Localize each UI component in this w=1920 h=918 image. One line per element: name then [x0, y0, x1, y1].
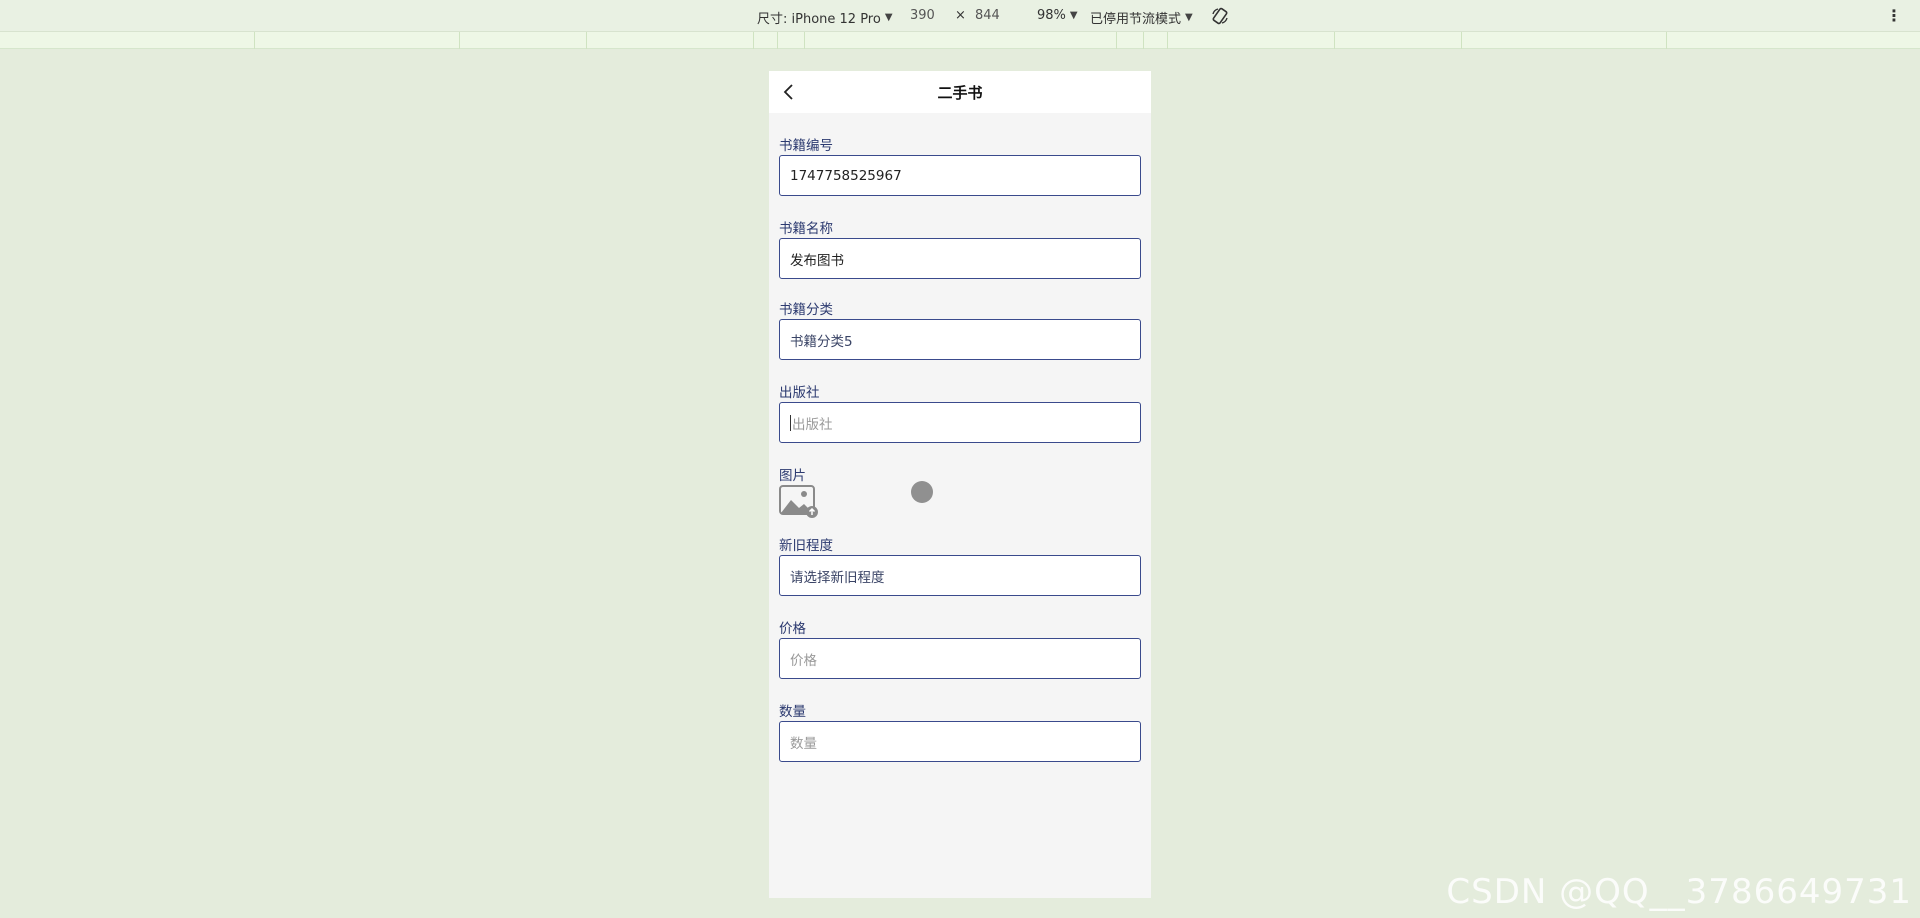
- phone-viewport: 二手书 书籍编号 1747758525967 书籍名称 发布图书 书籍分类 书籍…: [769, 71, 1151, 898]
- watermark: CSDN @QQ__3786649731: [1446, 872, 1912, 912]
- image-upload-icon[interactable]: [779, 485, 819, 519]
- ruler-segment[interactable]: [777, 32, 778, 49]
- times-sign: ×: [955, 8, 966, 23]
- publisher-placeholder: 出版社: [792, 416, 833, 433]
- zoom-value: 98%: [1037, 8, 1066, 23]
- publisher-label: 出版社: [779, 385, 820, 401]
- ruler-segment[interactable]: [804, 32, 805, 49]
- text-cursor: [790, 414, 791, 431]
- ruler-segment[interactable]: [1666, 32, 1667, 49]
- ruler-segment[interactable]: [753, 32, 754, 49]
- media-query-bar: [0, 32, 1920, 49]
- more-options-icon[interactable]: ⋮: [1886, 6, 1902, 25]
- quantity-input[interactable]: 数量: [779, 721, 1141, 762]
- height-input[interactable]: 844: [975, 8, 1000, 23]
- quantity-label: 数量: [779, 704, 806, 720]
- zoom-selector[interactable]: 98% ▼: [1037, 8, 1078, 23]
- ruler-segment[interactable]: [586, 32, 587, 49]
- book-id-input[interactable]: 1747758525967: [779, 155, 1141, 196]
- width-input[interactable]: 390: [910, 8, 935, 23]
- price-field: 价格 价格: [779, 596, 1141, 679]
- ruler-segment[interactable]: [254, 32, 255, 49]
- book-form: 书籍编号 1747758525967 书籍名称 发布图书 书籍分类 书籍分类5 …: [769, 113, 1151, 762]
- caret-down-icon: ▼: [884, 12, 893, 23]
- price-label: 价格: [779, 621, 806, 637]
- price-input[interactable]: 价格: [779, 638, 1141, 679]
- throttle-selector[interactable]: 已停用节流模式 ▼: [1090, 8, 1193, 27]
- chevron-left-icon[interactable]: [779, 82, 799, 102]
- condition-select[interactable]: 请选择新旧程度: [779, 555, 1141, 596]
- page-title: 二手书: [937, 83, 983, 102]
- caret-down-icon: ▼: [1069, 10, 1078, 21]
- device-selector[interactable]: 尺寸: iPhone 12 Pro ▼: [757, 8, 893, 27]
- category-select[interactable]: 书籍分类5: [779, 319, 1141, 360]
- throttle-value: 已停用节流模式: [1090, 12, 1182, 27]
- ruler-segment[interactable]: [1116, 32, 1117, 49]
- device-toolbar: 尺寸: iPhone 12 Pro ▼ 390 × 844 98% ▼ 已停用节…: [0, 0, 1920, 32]
- category-label: 书籍分类: [779, 302, 833, 318]
- ruler-segment[interactable]: [1334, 32, 1335, 49]
- width-value: 390: [910, 8, 935, 23]
- book-name-input[interactable]: 发布图书: [779, 238, 1141, 279]
- publisher-input[interactable]: 出版社: [779, 402, 1141, 443]
- book-id-label: 书籍编号: [779, 138, 833, 154]
- height-value: 844: [975, 8, 1000, 23]
- ruler-segment[interactable]: [1143, 32, 1144, 49]
- ruler-segment[interactable]: [459, 32, 460, 49]
- nav-bar: 二手书: [769, 71, 1151, 113]
- image-field: 图片: [779, 443, 1141, 523]
- touch-cursor: [911, 481, 933, 503]
- book-name-label: 书籍名称: [779, 221, 833, 237]
- book-id-field: 书籍编号 1747758525967: [779, 113, 1141, 196]
- category-field: 书籍分类 书籍分类5: [779, 279, 1141, 360]
- image-label: 图片: [779, 468, 806, 484]
- condition-label: 新旧程度: [779, 538, 833, 554]
- quantity-field: 数量 数量: [779, 679, 1141, 762]
- rotate-icon[interactable]: [1210, 6, 1230, 26]
- ruler-segment[interactable]: [1167, 32, 1168, 49]
- caret-down-icon: ▼: [1185, 12, 1193, 23]
- condition-field: 新旧程度 请选择新旧程度: [779, 523, 1141, 596]
- book-name-field: 书籍名称 发布图书: [779, 196, 1141, 279]
- ruler-segment[interactable]: [1461, 32, 1462, 49]
- publisher-field: 出版社 出版社: [779, 360, 1141, 443]
- device-label: 尺寸: iPhone 12 Pro: [757, 12, 881, 27]
